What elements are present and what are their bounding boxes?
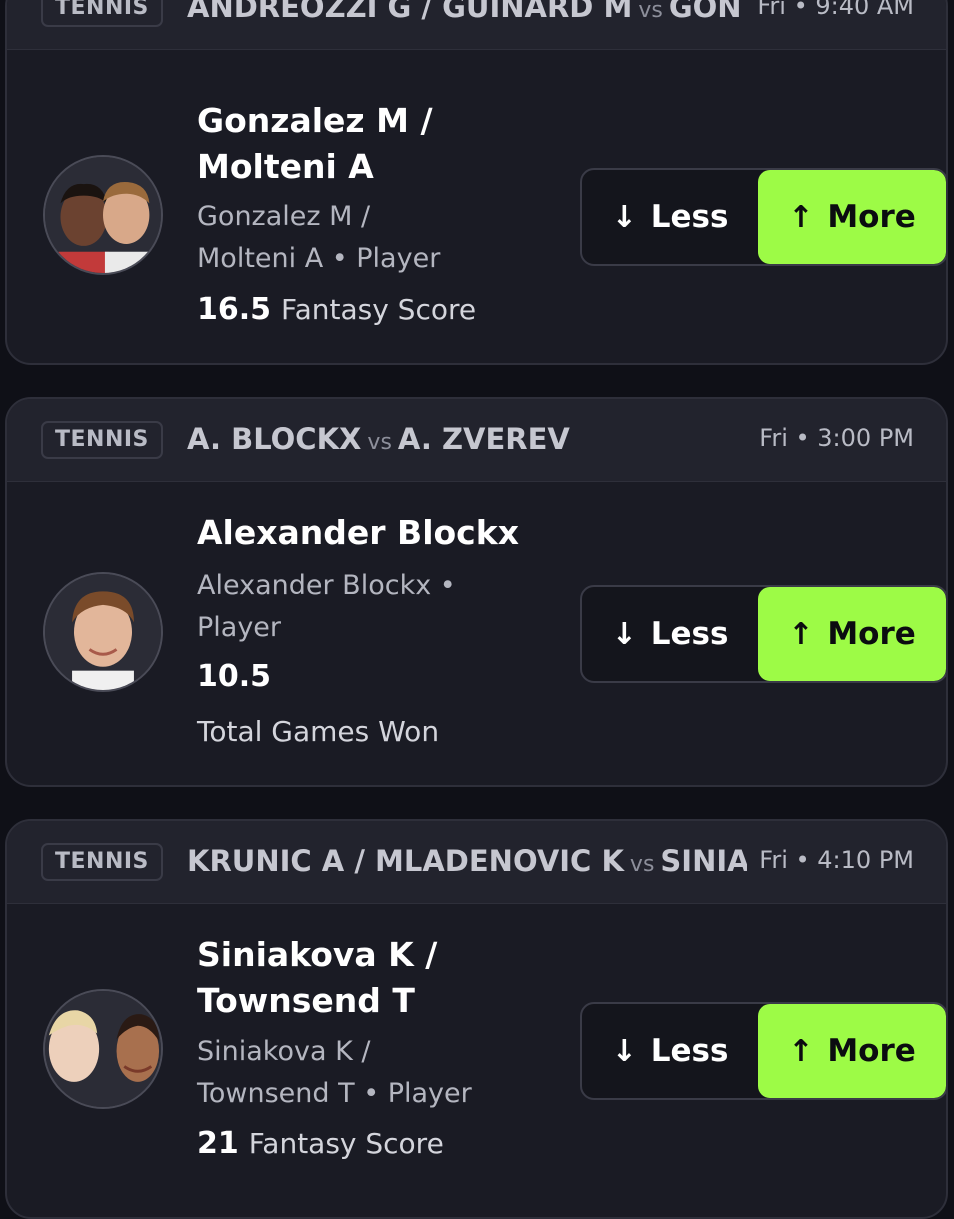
player-name: Alexander Blockx xyxy=(197,510,537,556)
stat-value: 16.5 xyxy=(197,292,272,327)
vs-label: vs xyxy=(629,852,655,877)
stat-label: Total Games Won xyxy=(197,715,440,748)
projection-card[interactable]: TENNIS ANDREOZZI G / GUINARD Mvs GON Fri … xyxy=(5,0,948,365)
player-subtitle: Siniakova K / Townsend T • Player xyxy=(197,1031,517,1115)
stat-value: 10.5 xyxy=(197,659,272,694)
arrow-down-icon: ↓ xyxy=(611,1033,637,1069)
subtitle-line: Gonzalez M / xyxy=(197,201,371,232)
card-header: TENNIS KRUNIC A / MLADENOVIC Kvs SINIA Fr… xyxy=(7,821,946,904)
player-name-line: Alexander Blockx xyxy=(197,513,519,552)
less-label: Less xyxy=(650,616,729,652)
player-name-line: Gonzalez M / xyxy=(197,101,433,140)
projection-stat: 21 Fantasy Score xyxy=(197,1126,444,1161)
pick-buttons: ↓ Less ↑ More xyxy=(580,168,946,266)
player-name: Gonzalez M / Molteni A xyxy=(197,98,537,190)
stat-label: Fantasy Score xyxy=(281,293,477,326)
player-name: Siniakova K / Townsend T xyxy=(197,932,537,1024)
vs-label: vs xyxy=(638,0,663,23)
player-name-line: Townsend T xyxy=(197,981,415,1020)
matchup-title: KRUNIC A / MLADENOVIC Kvs SINIA xyxy=(187,841,747,885)
subtitle-line: Player xyxy=(197,612,282,643)
projection-card[interactable]: TENNIS A. BLOCKX vs A. ZVEREV Fri • 3:00 P… xyxy=(5,397,948,787)
pick-buttons: ↓ Less ↑ More xyxy=(580,585,946,683)
team-b: GON xyxy=(668,0,742,24)
player-avatar xyxy=(43,572,163,692)
arrow-up-icon: ↑ xyxy=(788,1033,814,1069)
sport-badge: TENNIS xyxy=(41,0,163,27)
pick-buttons: ↓ Less ↑ More xyxy=(580,1002,946,1100)
arrow-down-icon: ↓ xyxy=(611,616,637,652)
more-button[interactable]: ↑ More xyxy=(758,587,946,681)
team-a: ANDREOZZI G / GUINARD M xyxy=(187,0,633,24)
team-a: KRUNIC A / MLADENOVIC K xyxy=(187,844,624,878)
sport-badge: TENNIS xyxy=(41,421,163,459)
subtitle-line: Siniakova K / xyxy=(197,1036,371,1067)
arrow-up-icon: ↑ xyxy=(788,616,814,652)
projection-stat: 16.5 Fantasy Score xyxy=(197,292,476,327)
matchup-title: ANDREOZZI G / GUINARD Mvs GON xyxy=(187,0,747,31)
matchup-title: A. BLOCKX vs A. ZVEREV xyxy=(187,419,747,463)
more-label: More xyxy=(827,616,916,652)
less-button[interactable]: ↓ Less xyxy=(582,587,758,681)
arrow-up-icon: ↑ xyxy=(788,199,814,235)
game-time: Fri • 4:10 PM xyxy=(759,846,914,874)
less-label: Less xyxy=(650,199,729,235)
arrow-down-icon: ↓ xyxy=(611,199,637,235)
team-a: A. BLOCKX xyxy=(187,422,362,456)
game-time: Fri • 9:40 AM xyxy=(757,0,914,20)
subtitle-line: Townsend T • Player xyxy=(197,1078,472,1109)
less-button[interactable]: ↓ Less xyxy=(582,1004,758,1098)
player-name-line: Molteni A xyxy=(197,147,374,186)
more-label: More xyxy=(827,1033,916,1069)
subtitle-line: Molteni A • Player xyxy=(197,243,441,274)
sport-badge: TENNIS xyxy=(41,843,163,881)
game-time: Fri • 3:00 PM xyxy=(759,424,914,452)
more-button[interactable]: ↑ More xyxy=(758,170,946,264)
vs-label: vs xyxy=(367,430,392,455)
stat-label: Fantasy Score xyxy=(248,1127,444,1160)
more-label: More xyxy=(827,199,916,235)
more-button[interactable]: ↑ More xyxy=(758,1004,946,1098)
projection-stat: 10.5 xyxy=(197,659,271,694)
team-b: SINIA xyxy=(660,844,747,878)
player-avatar xyxy=(43,989,163,1109)
card-header: TENNIS ANDREOZZI G / GUINARD Mvs GON Fri … xyxy=(7,0,946,50)
team-b: A. ZVEREV xyxy=(397,422,570,456)
projection-card[interactable]: TENNIS KRUNIC A / MLADENOVIC Kvs SINIA Fr… xyxy=(5,819,948,1219)
stat-value: 21 xyxy=(197,1126,239,1161)
player-avatar xyxy=(43,155,163,275)
player-name-line: Siniakova K / xyxy=(197,935,438,974)
player-subtitle: Alexander Blockx • Player xyxy=(197,565,517,649)
subtitle-line: Alexander Blockx • xyxy=(197,570,456,601)
card-header: TENNIS A. BLOCKX vs A. ZVEREV Fri • 3:00 P… xyxy=(7,399,946,482)
less-button[interactable]: ↓ Less xyxy=(582,170,758,264)
player-subtitle: Gonzalez M / Molteni A • Player xyxy=(197,196,517,280)
less-label: Less xyxy=(650,1033,729,1069)
